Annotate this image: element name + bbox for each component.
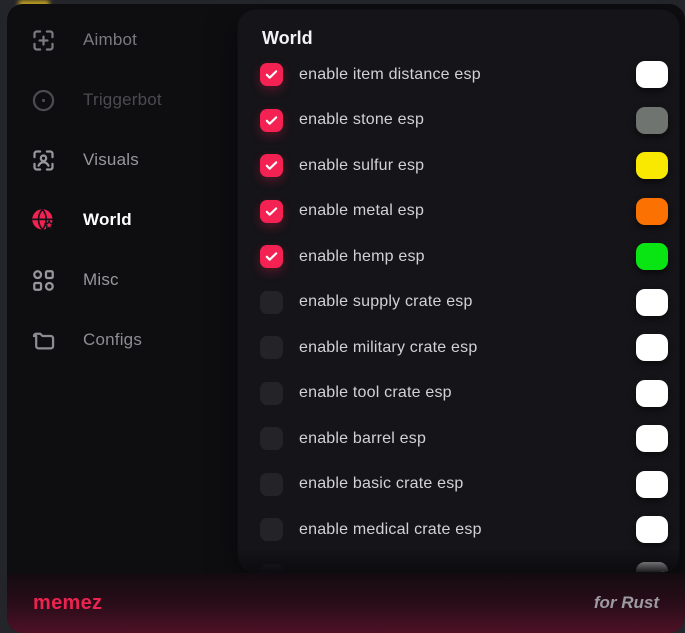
esp-option-row: enable military crate esp [260,325,668,371]
esp-option-label: enable hemp esp [299,248,636,266]
esp-option-row: enable stone esp [260,98,668,144]
sidebar-item-aimbot[interactable]: Aimbot [7,10,237,70]
sidebar-item-visuals[interactable]: Visuals [7,130,237,190]
esp-option-label: enable tool crate esp [299,384,636,402]
esp-color-swatch[interactable] [636,61,668,88]
aimbot-crosshair-icon [30,27,57,54]
esp-color-swatch[interactable] [636,152,668,179]
panel-title: World [262,26,679,50]
esp-color-swatch[interactable] [636,425,668,452]
esp-option-label: enable military crate esp [299,339,636,357]
esp-option-label: enable supply crate esp [299,293,636,311]
esp-checkbox[interactable] [260,382,283,405]
misc-shapes-icon [30,267,57,294]
sidebar-item-label: Visuals [83,150,139,170]
esp-color-swatch[interactable] [636,289,668,316]
visuals-scan-person-icon [30,147,57,174]
esp-checkbox[interactable] [260,245,283,268]
brand-logo-text: memez [33,592,102,615]
esp-option-label: enable stone esp [299,111,636,129]
esp-option-row: enable medical crate esp [260,507,668,553]
esp-color-swatch[interactable] [636,334,668,361]
esp-color-swatch[interactable] [636,243,668,270]
esp-option-row: enable basic crate esp [260,462,668,508]
sidebar-item-misc[interactable]: Misc [7,250,237,310]
esp-checkbox[interactable] [260,336,283,359]
sidebar-item-label: Triggerbot [83,90,162,110]
world-panel: World enable item distance esp enable st… [238,10,679,572]
triggerbot-target-icon [30,87,57,114]
esp-option-label: enable item distance esp [299,66,636,84]
esp-option-row: enable item distance esp [260,52,668,98]
sidebar: Aimbot Triggerbot Visuals World Misc Con… [7,4,237,370]
esp-option-row: enable sulfur esp [260,143,668,189]
esp-color-swatch[interactable] [636,107,668,134]
cheat-menu-window: Aimbot Triggerbot Visuals World Misc Con… [7,4,685,633]
esp-option-row: enable tool crate esp [260,371,668,417]
esp-option-row: enable supply crate esp [260,280,668,326]
esp-color-swatch[interactable] [636,198,668,225]
world-globe-icon [30,207,57,234]
sidebar-item-label: Aimbot [83,30,137,50]
configs-folder-icon [30,327,57,354]
esp-checkbox[interactable] [260,564,283,572]
esp-option-label: enable barrel esp [299,430,636,448]
esp-options-list: enable item distance esp enable stone es… [238,52,679,572]
footer-bar: memez for Rust [7,573,685,633]
esp-option-label: enable metal esp [299,202,636,220]
sidebar-item-configs[interactable]: Configs [7,310,237,370]
esp-option-label: enable basic crate esp [299,475,636,493]
sidebar-item-label: Misc [83,270,119,290]
esp-checkbox[interactable] [260,518,283,541]
esp-checkbox[interactable] [260,291,283,314]
esp-checkbox[interactable] [260,427,283,450]
esp-option-label: enable medical crate esp [299,521,636,539]
esp-checkbox[interactable] [260,200,283,223]
esp-option-row [260,553,668,573]
esp-option-label: enable sulfur esp [299,157,636,175]
esp-color-swatch[interactable] [636,471,668,498]
sidebar-item-label: World [83,210,132,230]
brand-tagline: for Rust [594,593,659,613]
sidebar-item-triggerbot[interactable]: Triggerbot [7,70,237,130]
esp-color-swatch[interactable] [636,380,668,407]
esp-option-row: enable metal esp [260,189,668,235]
esp-checkbox[interactable] [260,109,283,132]
esp-checkbox[interactable] [260,63,283,86]
sidebar-item-world[interactable]: World [7,190,237,250]
esp-color-swatch[interactable] [636,562,668,572]
esp-option-row: enable hemp esp [260,234,668,280]
esp-checkbox[interactable] [260,473,283,496]
sidebar-item-label: Configs [83,330,142,350]
esp-checkbox[interactable] [260,154,283,177]
esp-option-row: enable barrel esp [260,416,668,462]
esp-color-swatch[interactable] [636,516,668,543]
